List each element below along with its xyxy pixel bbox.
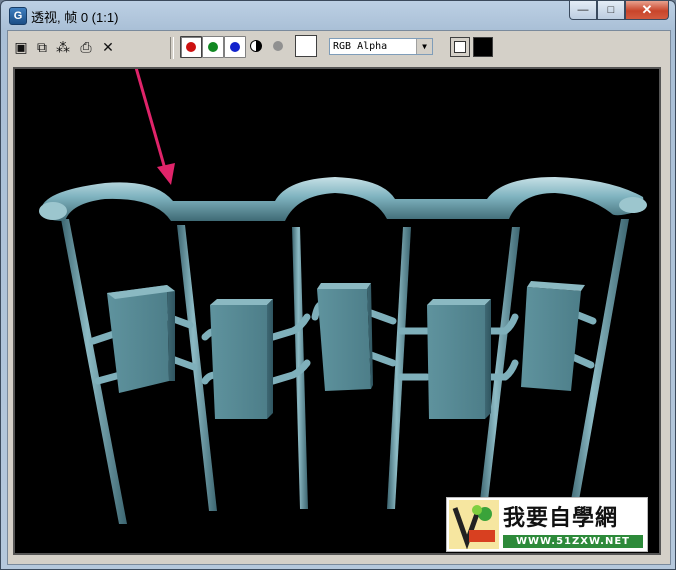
green-dot-icon xyxy=(208,42,218,52)
green-channel-button[interactable] xyxy=(202,36,224,58)
window-title: 透视, 帧 0 (1:1) xyxy=(31,10,119,25)
render-viewport[interactable] xyxy=(13,67,661,555)
watermark-url: WWW.51ZXW.NET xyxy=(503,535,643,548)
chevron-down-icon[interactable]: ▼ xyxy=(416,39,432,54)
channel-display-value: RGB Alpha xyxy=(333,41,388,52)
window-client: ▣ ⧉ ⁂ ⎙ ✕ RGB Alpha ▼ xyxy=(7,30,671,565)
top-pipe-arch xyxy=(39,177,647,221)
red-channel-button[interactable] xyxy=(180,36,202,58)
blue-channel-button[interactable] xyxy=(224,36,246,58)
toolbar: ▣ ⧉ ⁂ ⎙ ✕ RGB Alpha ▼ xyxy=(8,31,670,63)
monochrome-button[interactable] xyxy=(272,40,284,52)
title-bar[interactable]: G 透视, 帧 0 (1:1) — □ ✕ xyxy=(1,1,675,29)
minimize-icon: — xyxy=(577,4,589,16)
clear-icon[interactable]: ✕ xyxy=(100,39,116,55)
render-frame-window: G 透视, 帧 0 (1:1) — □ ✕ ▣ ⧉ ⁂ ⎙ ✕ RGB Alph… xyxy=(0,0,676,570)
watermark-logo: 我要自學網 WWW.51ZXW.NET xyxy=(446,497,648,552)
close-button[interactable]: ✕ xyxy=(625,1,669,20)
toolbar-separator xyxy=(170,37,174,59)
app-icon[interactable]: G xyxy=(9,7,27,25)
print-icon[interactable]: ⎙ xyxy=(78,39,94,55)
annotation-arrow xyxy=(134,69,175,185)
watermark-text: 我要自學網 xyxy=(503,506,619,531)
alpha-channel-button[interactable] xyxy=(250,40,262,52)
rendered-scene xyxy=(39,69,647,524)
clone-icon[interactable]: ⁂ xyxy=(55,39,71,55)
caption-buttons: — □ ✕ xyxy=(569,1,669,20)
copy-icon[interactable]: ⧉ xyxy=(34,39,50,55)
maximize-button[interactable]: □ xyxy=(597,1,625,20)
blue-dot-icon xyxy=(230,42,240,52)
channel-display-dropdown[interactable]: RGB Alpha ▼ xyxy=(329,38,433,55)
background-color-button[interactable] xyxy=(473,37,493,57)
minimize-button[interactable]: — xyxy=(569,1,597,20)
overlay-icon xyxy=(454,41,466,53)
maximize-icon: □ xyxy=(607,4,615,16)
toggle-ui-overlay-button[interactable] xyxy=(450,37,470,57)
close-icon: ✕ xyxy=(641,2,653,17)
box-blocks xyxy=(107,281,585,419)
save-icon[interactable]: ▣ xyxy=(13,39,29,55)
alpha-icon xyxy=(250,40,262,52)
color-swatch[interactable] xyxy=(295,35,317,57)
monochrome-icon xyxy=(273,41,283,51)
logo-v-icon xyxy=(449,500,499,550)
red-dot-icon xyxy=(186,42,196,52)
